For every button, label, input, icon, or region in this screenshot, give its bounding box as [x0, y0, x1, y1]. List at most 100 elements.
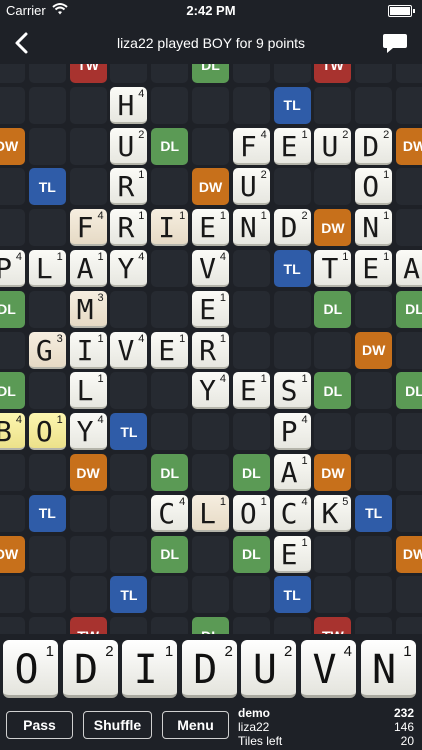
board-cell[interactable]	[192, 86, 229, 124]
bonus-square-tl[interactable]: TL	[110, 413, 148, 451]
board-cell[interactable]	[273, 331, 311, 369]
board-cell[interactable]	[396, 494, 422, 532]
board-cell[interactable]	[355, 372, 393, 410]
board-cell[interactable]	[0, 494, 25, 532]
board-cell[interactable]	[110, 535, 148, 573]
board-cell[interactable]	[28, 372, 66, 410]
bonus-square-dl[interactable]: DL	[396, 290, 422, 328]
board-cell[interactable]	[0, 209, 25, 247]
board-cell[interactable]	[355, 86, 393, 124]
board-cell[interactable]	[151, 168, 189, 206]
bonus-square-dl[interactable]: DL	[396, 372, 422, 410]
board-cell[interactable]	[314, 535, 352, 573]
board-cell[interactable]	[232, 86, 270, 124]
board-cell[interactable]	[396, 454, 422, 491]
board-cell[interactable]	[28, 454, 66, 491]
board-cell[interactable]	[232, 250, 270, 287]
board-cell[interactable]	[232, 331, 270, 369]
board-cell[interactable]	[396, 331, 422, 369]
bonus-square-dw[interactable]: DW	[314, 209, 352, 247]
board-cell[interactable]	[0, 454, 25, 491]
bonus-square-dw[interactable]: DW	[314, 454, 352, 491]
board-cell[interactable]	[273, 290, 311, 328]
bonus-square-tl[interactable]: TL	[273, 576, 311, 614]
board-cell[interactable]	[28, 576, 66, 614]
board-cell[interactable]	[151, 290, 189, 328]
bonus-square-tw[interactable]: TW	[69, 64, 107, 83]
rack-tile[interactable]: U2	[241, 640, 297, 698]
bonus-square-tl[interactable]: TL	[355, 494, 393, 532]
board-cell[interactable]	[192, 413, 229, 451]
board-cell[interactable]	[0, 331, 25, 369]
board-cell[interactable]	[273, 64, 311, 83]
board-cell[interactable]	[355, 454, 393, 491]
bonus-square-dl[interactable]: DL	[192, 64, 229, 83]
board-cell[interactable]	[396, 617, 422, 634]
rack-tile[interactable]: I1	[122, 640, 178, 698]
board-cell[interactable]	[110, 617, 148, 634]
board-cell[interactable]	[28, 127, 66, 165]
board-cell[interactable]	[396, 168, 422, 206]
bonus-square-tl[interactable]: TL	[28, 494, 66, 532]
board-cell[interactable]	[110, 454, 148, 491]
board-cell[interactable]	[0, 64, 25, 83]
board-cell[interactable]	[355, 535, 393, 573]
board-cell[interactable]	[0, 617, 25, 634]
bonus-square-dw[interactable]: DW	[396, 127, 422, 165]
board-cell[interactable]	[192, 127, 229, 165]
bonus-square-dl[interactable]: DL	[232, 454, 270, 491]
board-cell[interactable]	[28, 64, 66, 83]
bonus-square-dw[interactable]: DW	[396, 535, 422, 573]
board-cell[interactable]	[314, 413, 352, 451]
bonus-square-dw[interactable]: DW	[0, 127, 25, 165]
bonus-square-tl[interactable]: TL	[273, 250, 311, 287]
board-cell[interactable]	[69, 86, 107, 124]
bonus-square-dw[interactable]: DW	[69, 454, 107, 491]
board-cell[interactable]	[28, 290, 66, 328]
board-cell[interactable]	[110, 494, 148, 532]
board-cell[interactable]	[69, 535, 107, 573]
board-cell[interactable]	[192, 576, 229, 614]
menu-button[interactable]: Menu	[162, 711, 229, 739]
shuffle-button[interactable]: Shuffle	[83, 711, 152, 739]
bonus-square-tl[interactable]: TL	[110, 576, 148, 614]
board-cell[interactable]	[110, 372, 148, 410]
bonus-square-dl[interactable]: DL	[151, 127, 189, 165]
bonus-square-dl[interactable]: DL	[0, 290, 25, 328]
board-cell[interactable]	[110, 290, 148, 328]
board-cell[interactable]	[314, 86, 352, 124]
rack-tile[interactable]: N1	[360, 640, 416, 698]
board-cell[interactable]	[69, 127, 107, 165]
board-cell[interactable]	[69, 576, 107, 614]
board-cell[interactable]	[232, 290, 270, 328]
board-cell[interactable]	[396, 576, 422, 614]
board-cell[interactable]	[355, 576, 393, 614]
board-cell[interactable]	[355, 617, 393, 634]
bonus-square-dl[interactable]: DL	[0, 372, 25, 410]
bonus-square-dl[interactable]: DL	[232, 535, 270, 573]
board-cell[interactable]	[0, 168, 25, 206]
board-cell[interactable]	[232, 617, 270, 634]
board-cell[interactable]	[232, 576, 270, 614]
bonus-square-dw[interactable]: DW	[192, 168, 229, 206]
rack-tile[interactable]: O1	[3, 640, 58, 698]
bonus-square-tw[interactable]: TW	[69, 617, 107, 634]
bonus-square-dl[interactable]: DL	[314, 290, 352, 328]
bonus-square-tl[interactable]: TL	[273, 86, 311, 124]
board-cell[interactable]	[192, 454, 229, 491]
board-cell[interactable]	[355, 413, 393, 451]
board-cell[interactable]	[232, 413, 270, 451]
bonus-square-tl[interactable]: TL	[28, 168, 66, 206]
bonus-square-tw[interactable]: TW	[314, 617, 352, 634]
bonus-square-dl[interactable]: DL	[151, 454, 189, 491]
chat-bubble-icon[interactable]	[382, 31, 408, 55]
board-cell[interactable]	[232, 64, 270, 83]
board-cell[interactable]	[151, 617, 189, 634]
board-cell[interactable]	[396, 86, 422, 124]
board-cell[interactable]	[273, 168, 311, 206]
board-cell[interactable]	[314, 168, 352, 206]
board-cell[interactable]	[151, 64, 189, 83]
board-cell[interactable]	[192, 535, 229, 573]
board-cell[interactable]	[396, 64, 422, 83]
board-cell[interactable]	[69, 494, 107, 532]
